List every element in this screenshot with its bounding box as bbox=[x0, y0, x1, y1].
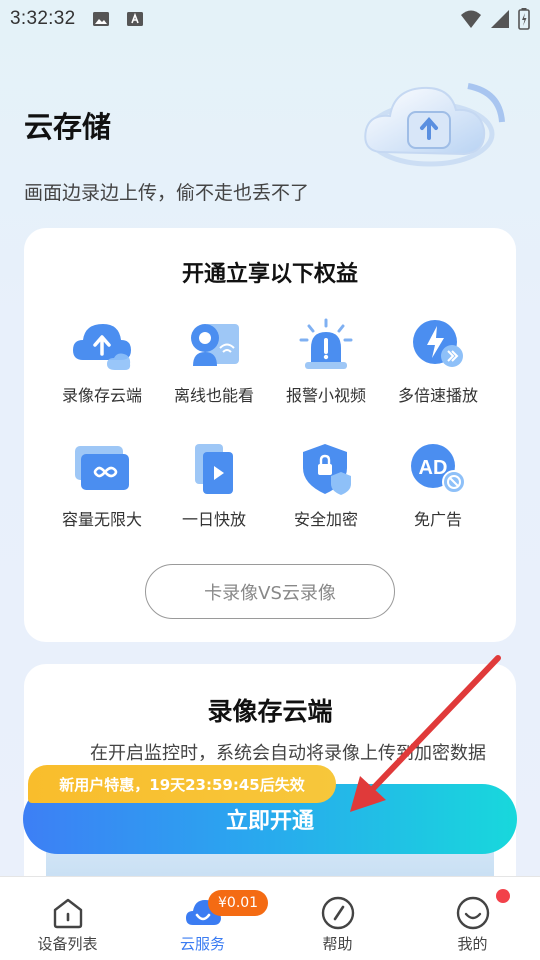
page-subtitle: 画面边录边上传，偷不走也丢不了 bbox=[24, 182, 310, 204]
compass-icon bbox=[321, 896, 354, 930]
compare-button[interactable]: 卡录像VS云录像 bbox=[145, 564, 395, 619]
benefit-label: 多倍速播放 bbox=[397, 386, 478, 405]
benefit-label: 离线也能看 bbox=[173, 386, 254, 405]
nav-profile[interactable]: 我的 bbox=[405, 877, 540, 960]
promo-tag: 新用户特惠，19天23:59:45后失效 bbox=[28, 765, 336, 803]
benefits-title: 开通立享以下权益 bbox=[181, 262, 358, 287]
nav-device-list[interactable]: 设备列表 bbox=[0, 877, 135, 960]
benefit-label: 录像存云端 bbox=[61, 386, 142, 405]
benefit-quick-play[interactable]: 一日快放 bbox=[159, 442, 269, 530]
text-notification-icon bbox=[126, 12, 143, 26]
nav-label: 设备列表 bbox=[37, 935, 98, 953]
bottom-nav: 设备列表 云服务 帮助 我的 bbox=[0, 876, 540, 960]
nav-label: 我的 bbox=[457, 935, 488, 953]
benefit-no-ads[interactable]: AD 免广告 bbox=[383, 442, 493, 530]
benefit-multi-speed[interactable]: 多倍速播放 bbox=[383, 318, 493, 406]
benefit-label: 一日快放 bbox=[181, 510, 246, 529]
benefit-label: 安全加密 bbox=[293, 510, 358, 529]
benefits-card: 开通立享以下权益 录像存云端 离线也能看 报警小视频 多倍速播放 容量无限大 一… bbox=[24, 228, 516, 642]
nav-label: 云服务 bbox=[179, 935, 225, 953]
benefit-label: 免广告 bbox=[413, 510, 462, 529]
signal-icon bbox=[491, 10, 509, 28]
infinity-icon bbox=[75, 446, 129, 490]
annotation-arrow-icon bbox=[350, 655, 501, 812]
status-bar: 3:32:32 bbox=[0, 0, 540, 38]
benefit-cloud-storage[interactable]: 录像存云端 bbox=[47, 318, 157, 406]
smile-icon bbox=[456, 896, 489, 930]
quick-play-icon bbox=[195, 444, 233, 494]
benefit-alarm-video[interactable]: 报警小视频 bbox=[271, 318, 381, 406]
notification-dot bbox=[496, 889, 510, 903]
home-icon bbox=[53, 898, 82, 929]
alarm-light-icon bbox=[299, 318, 353, 369]
fast-play-icon bbox=[413, 320, 463, 367]
shield-lock-icon bbox=[303, 444, 351, 495]
benefit-unlimited-capacity[interactable]: 容量无限大 bbox=[47, 442, 157, 530]
offline-camera-icon bbox=[191, 324, 239, 366]
svg-text:AD: AD bbox=[419, 457, 448, 479]
cloud-lock-illustration-icon bbox=[364, 83, 505, 167]
nav-help[interactable]: 帮助 bbox=[270, 877, 405, 960]
benefit-label: 容量无限大 bbox=[61, 510, 142, 529]
benefit-secure-encryption[interactable]: 安全加密 bbox=[271, 442, 381, 530]
nav-label: 帮助 bbox=[322, 935, 353, 953]
benefit-offline-view[interactable]: 离线也能看 bbox=[159, 318, 269, 406]
wifi-icon bbox=[461, 10, 481, 28]
battery-icon bbox=[518, 8, 530, 30]
no-ad-icon: AD bbox=[411, 444, 466, 494]
image-icon bbox=[92, 12, 109, 26]
benefit-label: 报警小视频 bbox=[285, 386, 366, 405]
cloud-upload-icon bbox=[73, 324, 131, 370]
page-title: 云存储 bbox=[24, 110, 112, 144]
price-badge: ¥0.01 bbox=[208, 890, 269, 916]
status-time: 3:32:32 bbox=[10, 8, 76, 29]
